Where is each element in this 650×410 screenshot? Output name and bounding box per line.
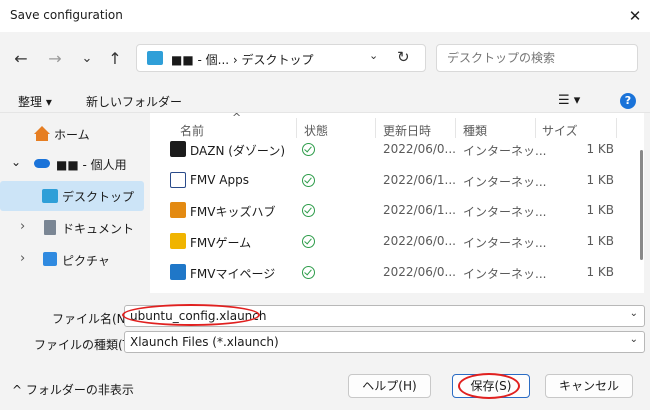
- forward-button[interactable]: →: [42, 46, 68, 72]
- address-path: ■■ - 個... › デスクトップ: [171, 53, 314, 67]
- file-shortcut-icon: [170, 172, 186, 188]
- file-name: FMV Apps: [190, 173, 249, 187]
- file-size: 1 KB: [586, 265, 614, 279]
- chevron-down-icon[interactable]: ⌄: [630, 334, 638, 345]
- file-row[interactable]: FMV Apps 2022/06/1... インターネッ... 1 KB: [166, 166, 616, 196]
- new-folder-button[interactable]: 新しいフォルダー: [86, 93, 182, 110]
- file-row[interactable]: FMVマイページ 2022/06/0... インターネッ... 1 KB: [166, 258, 616, 288]
- recent-locations-dropdown[interactable]: ⌄: [74, 46, 100, 72]
- file-shortcut-icon: [170, 233, 186, 249]
- sidebar-item-label: デスクトップ: [62, 190, 135, 204]
- highlight-circle: [458, 373, 520, 399]
- file-row[interactable]: DAZN (ダゾーン) 2022/06/0... インターネッ... 1 KB: [166, 135, 616, 165]
- file-row[interactable]: FMVキッズハブ 2022/06/1... インターネッ... 1 KB: [166, 196, 616, 226]
- close-button[interactable]: ✕: [624, 5, 646, 27]
- vertical-scrollbar[interactable]: [640, 150, 643, 260]
- file-date: 2022/06/1...: [383, 173, 456, 187]
- file-date: 2022/06/0...: [383, 142, 456, 156]
- sidebar-item-label: ドキュメント: [62, 222, 135, 236]
- file-type: インターネッ...: [463, 267, 547, 281]
- refresh-icon[interactable]: ↻: [397, 48, 410, 66]
- file-name: FMVゲーム: [190, 236, 252, 250]
- file-size: 1 KB: [586, 203, 614, 217]
- cancel-button[interactable]: キャンセル: [545, 374, 633, 398]
- sync-status-icon: [302, 235, 315, 248]
- hide-folders-toggle[interactable]: ^ フォルダーの非表示: [12, 381, 134, 398]
- file-type: インターネッ...: [463, 175, 547, 189]
- document-icon: [44, 220, 56, 235]
- file-shortcut-icon: [170, 202, 186, 218]
- sidebar-item-home[interactable]: ホーム: [0, 119, 144, 149]
- file-type: インターネッ...: [463, 144, 547, 158]
- sidebar-item-pictures[interactable]: › ピクチャ: [0, 245, 144, 275]
- help-button[interactable]: ヘルプ(H): [348, 374, 431, 398]
- view-options-button[interactable]: ☰ ▾: [558, 93, 580, 108]
- file-name: FMVキッズハブ: [190, 205, 276, 219]
- organize-menu[interactable]: 整理 ▾: [18, 93, 52, 110]
- sync-status-icon: [302, 143, 315, 156]
- back-button[interactable]: ←: [8, 46, 34, 72]
- filetype-value: Xlaunch Files (*.xlaunch): [130, 335, 279, 349]
- sort-ascending-icon: ^: [232, 111, 242, 124]
- up-button[interactable]: ↑: [102, 46, 128, 72]
- sidebar-item-label: ピクチャ: [62, 254, 110, 268]
- sync-status-icon: [302, 204, 315, 217]
- address-dropdown-icon[interactable]: ⌄: [369, 49, 378, 62]
- home-icon: [34, 126, 50, 134]
- sidebar-item-documents[interactable]: › ドキュメント: [0, 213, 144, 243]
- file-row[interactable]: FMVゲーム 2022/06/0... インターネッ... 1 KB: [166, 227, 616, 257]
- file-name: DAZN (ダゾーン): [190, 144, 286, 158]
- sync-status-icon: [302, 266, 315, 279]
- filetype-select[interactable]: Xlaunch Files (*.xlaunch) ⌄: [124, 331, 645, 353]
- sidebar-item-desktop[interactable]: デスクトップ: [0, 181, 144, 211]
- chevron-down-icon[interactable]: ⌄: [630, 308, 638, 319]
- column-divider[interactable]: [616, 118, 617, 138]
- help-icon[interactable]: ?: [620, 93, 636, 109]
- sidebar-item-label: ホーム: [54, 128, 90, 142]
- file-date: 2022/06/1...: [383, 203, 456, 217]
- file-size: 1 KB: [586, 173, 614, 187]
- file-shortcut-icon: [170, 264, 186, 280]
- desktop-icon: [42, 189, 58, 203]
- file-size: 1 KB: [586, 142, 614, 156]
- sidebar-item-label: ■■ - 個人用: [56, 158, 127, 172]
- home-icon-base: [36, 134, 48, 141]
- file-type: インターネッ...: [463, 205, 547, 219]
- highlight-circle: [122, 304, 260, 326]
- file-type: インターネッ...: [463, 236, 547, 250]
- chevron-right-icon[interactable]: ›: [20, 251, 25, 266]
- navigation-pane: ホーム ⌄ ■■ - 個人用 デスクトップ › ドキュメント › ピクチャ: [0, 113, 146, 293]
- desktop-icon: [147, 51, 163, 65]
- file-shortcut-icon: [170, 141, 186, 157]
- file-size: 1 KB: [586, 234, 614, 248]
- picture-icon: [43, 252, 57, 266]
- file-name: FMVマイページ: [190, 267, 276, 281]
- sidebar-item-onedrive[interactable]: ⌄ ■■ - 個人用: [0, 149, 144, 179]
- sync-status-icon: [302, 174, 315, 187]
- file-date: 2022/06/0...: [383, 265, 456, 279]
- address-bar[interactable]: ■■ - 個... › デスクトップ ⌄ ↻: [136, 44, 426, 72]
- chevron-right-icon[interactable]: ›: [20, 219, 25, 234]
- file-date: 2022/06/0...: [383, 234, 456, 248]
- file-list: ^ 名前 状態 更新日時 種類 サイズ DAZN (ダゾーン) 2022/06/…: [150, 111, 644, 293]
- window-title: Save configuration: [10, 8, 123, 22]
- cloud-icon: [34, 159, 50, 168]
- chevron-down-icon[interactable]: ⌄: [11, 155, 21, 169]
- search-input[interactable]: [436, 44, 638, 72]
